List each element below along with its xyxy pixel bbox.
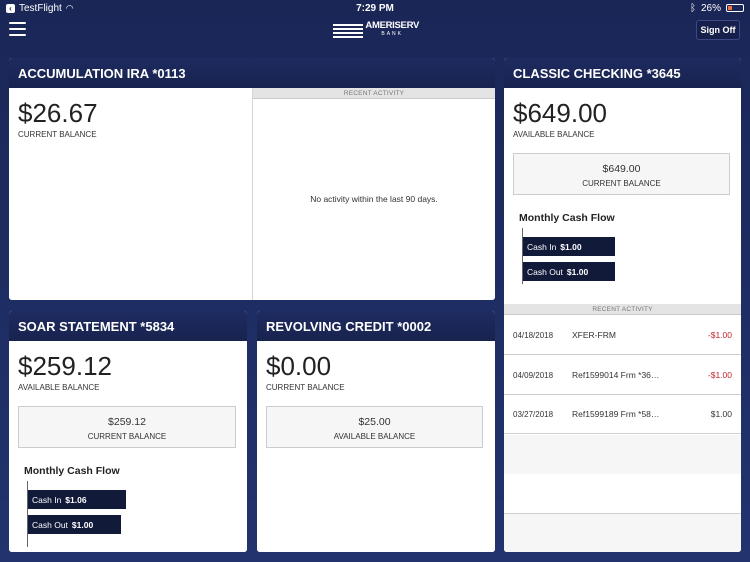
activity-desc: XFER-FRM bbox=[572, 330, 616, 340]
activity-desc: Ref1599014 Frm *36… bbox=[572, 370, 660, 380]
logo-sub: BANK bbox=[381, 31, 403, 37]
activity-amount: -$1.00 bbox=[707, 370, 732, 380]
box-value: $259.12 bbox=[108, 416, 146, 428]
account-card-soar[interactable]: SOAR STATEMENT *5834 $259.12 AVAILABLE B… bbox=[9, 311, 247, 552]
menu-icon[interactable] bbox=[9, 22, 26, 36]
wifi-icon: ◠ bbox=[65, 2, 74, 13]
battery-icon bbox=[726, 4, 744, 12]
recent-activity-header: RECENT ACTIVITY bbox=[253, 88, 495, 99]
battery-percent: 26% bbox=[700, 2, 721, 14]
account-card-revolving[interactable]: REVOLVING CREDIT *0002 $0.00 CURRENT BAL… bbox=[257, 311, 495, 552]
cash-in-value: $1.06 bbox=[65, 494, 87, 505]
empty-row bbox=[504, 474, 741, 514]
current-balance-box: $259.12 CURRENT BALANCE bbox=[18, 406, 236, 448]
flag-icon bbox=[333, 23, 363, 38]
balance-amount: $259.12 bbox=[18, 351, 112, 381]
account-title[interactable]: REVOLVING CREDIT *0002 bbox=[257, 311, 495, 341]
balance-label: CURRENT BALANCE bbox=[266, 383, 345, 392]
activity-date: 04/09/2018 bbox=[513, 370, 554, 380]
empty-row bbox=[504, 435, 741, 475]
activity-date: 04/18/2018 bbox=[513, 330, 554, 340]
cash-in-value: $1.00 bbox=[560, 241, 582, 252]
empty-row bbox=[504, 514, 741, 552]
activity-amount: -$1.00 bbox=[707, 330, 732, 340]
back-icon[interactable]: ‹ bbox=[6, 3, 15, 13]
account-title[interactable]: CLASSIC CHECKING *3645 bbox=[504, 58, 741, 88]
current-balance-box: $649.00 CURRENT BALANCE bbox=[513, 153, 730, 195]
balance-label: CURRENT BALANCE bbox=[18, 130, 97, 139]
cash-in-bar: Cash In $1.06 bbox=[28, 490, 126, 509]
cash-out-value: $1.00 bbox=[71, 519, 94, 530]
cash-out-label: Cash Out bbox=[527, 266, 563, 277]
balance-amount: $0.00 bbox=[266, 351, 332, 381]
cash-flow-title: Monthly Cash Flow bbox=[519, 212, 615, 224]
box-label: AVAILABLE BALANCE bbox=[333, 432, 416, 441]
activity-row[interactable]: 04/09/2018 Ref1599014 Frm *36… -$1.00 bbox=[504, 356, 741, 395]
account-title[interactable]: ACCUMULATION IRA *0113 bbox=[9, 58, 495, 88]
status-time: 7:29 PM bbox=[356, 2, 394, 14]
activity-desc: Ref1599189 Frm *58… bbox=[572, 409, 660, 419]
account-card-checking[interactable]: CLASSIC CHECKING *3645 $649.00 AVAILABLE… bbox=[504, 58, 741, 552]
no-activity-text: No activity within the last 90 days. bbox=[310, 194, 438, 204]
balance-amount: $649.00 bbox=[513, 98, 607, 128]
activity-row[interactable]: 03/27/2018 Ref1599189 Frm *58… $1.00 bbox=[504, 395, 741, 434]
balance-label: AVAILABLE BALANCE bbox=[18, 383, 100, 392]
box-value: $649.00 bbox=[602, 163, 641, 175]
activity-date: 03/27/2018 bbox=[513, 409, 554, 419]
cash-out-label: Cash Out bbox=[32, 519, 68, 530]
balance-amount: $26.67 bbox=[18, 98, 98, 128]
cash-out-bar: Cash Out $1.00 bbox=[28, 515, 121, 534]
status-bar: ‹ TestFlight ◠ 7:29 PM ᛒ 26% bbox=[0, 0, 750, 16]
cash-flow-title: Monthly Cash Flow bbox=[24, 465, 120, 477]
box-label: CURRENT BALANCE bbox=[582, 179, 661, 188]
bluetooth-icon: ᛒ bbox=[689, 2, 696, 14]
available-balance-box: $25.00 AVAILABLE BALANCE bbox=[266, 406, 483, 448]
activity-amount: $1.00 bbox=[710, 409, 732, 419]
cash-in-bar: Cash In $1.00 bbox=[523, 237, 615, 256]
account-card-ira[interactable]: ACCUMULATION IRA *0113 $26.67 CURRENT BA… bbox=[9, 58, 495, 300]
bank-logo: AMERISERV BANK bbox=[333, 21, 419, 39]
cash-in-label: Cash In bbox=[527, 241, 557, 252]
recent-activity-header: RECENT ACTIVITY bbox=[504, 304, 741, 315]
box-value: $25.00 bbox=[358, 416, 391, 428]
back-app-label[interactable]: TestFlight bbox=[19, 3, 62, 14]
sign-off-button[interactable]: Sign Off bbox=[696, 20, 740, 40]
app-header: AMERISERV BANK Sign Off bbox=[0, 16, 750, 46]
activity-row[interactable]: 04/18/2018 XFER-FRM -$1.00 bbox=[504, 316, 741, 355]
cash-out-value: $1.00 bbox=[566, 266, 589, 277]
box-label: CURRENT BALANCE bbox=[87, 432, 167, 441]
balance-label: AVAILABLE BALANCE bbox=[513, 130, 595, 139]
account-title[interactable]: SOAR STATEMENT *5834 bbox=[9, 311, 247, 341]
cash-in-label: Cash In bbox=[32, 494, 62, 505]
cash-out-bar: Cash Out $1.00 bbox=[523, 262, 615, 281]
